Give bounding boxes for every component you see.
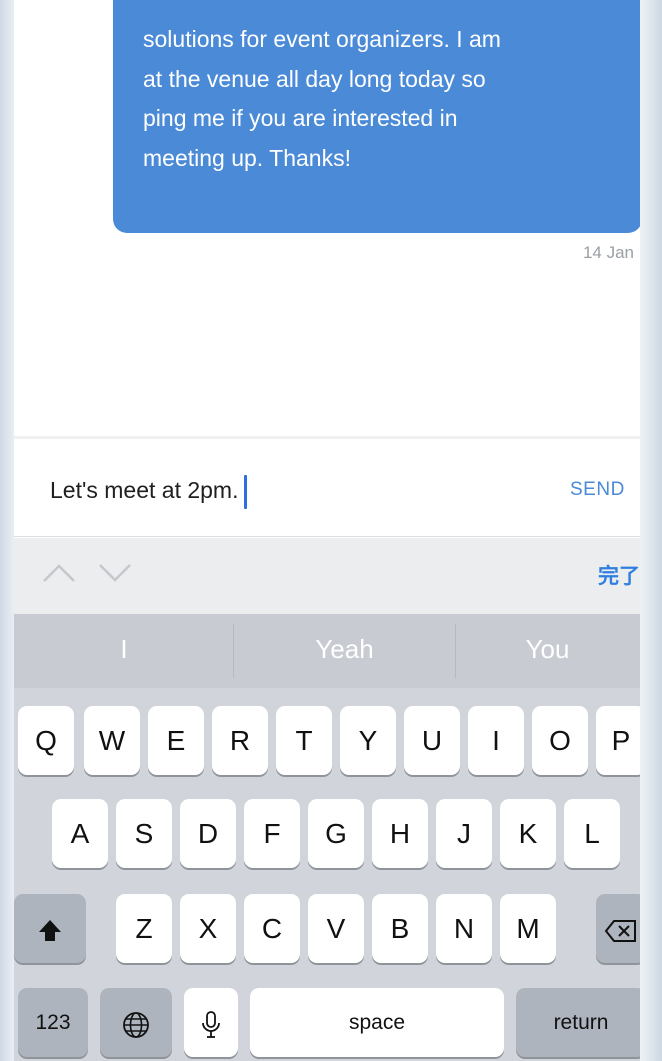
key-b[interactable]: B bbox=[372, 894, 428, 963]
numbers-key[interactable]: 123 bbox=[18, 988, 88, 1057]
shift-key[interactable] bbox=[14, 894, 86, 963]
done-button[interactable]: 完了 bbox=[598, 560, 640, 590]
key-g[interactable]: G bbox=[308, 799, 364, 868]
page-frame-right bbox=[640, 0, 662, 1061]
key-v[interactable]: V bbox=[308, 894, 364, 963]
chevron-up-icon[interactable] bbox=[42, 562, 76, 589]
microphone-icon bbox=[200, 1010, 222, 1040]
message-composer: Let's meet at 2pm. SEND bbox=[14, 436, 640, 537]
key-u[interactable]: U bbox=[404, 706, 460, 775]
message-line: solutions for event organizers. I am bbox=[143, 26, 501, 52]
key-t[interactable]: T bbox=[276, 706, 332, 775]
key-c[interactable]: C bbox=[244, 894, 300, 963]
key-z[interactable]: Z bbox=[116, 894, 172, 963]
page-frame-left bbox=[0, 0, 14, 1061]
suggestion-item[interactable]: Yeah bbox=[234, 614, 455, 688]
key-k[interactable]: K bbox=[500, 799, 556, 868]
key-a[interactable]: A bbox=[52, 799, 108, 868]
key-e[interactable]: E bbox=[148, 706, 204, 775]
chevron-down-icon[interactable] bbox=[98, 562, 132, 589]
send-button[interactable]: SEND bbox=[570, 479, 640, 501]
globe-icon bbox=[121, 1010, 151, 1040]
message-line: meeting up. Thanks! bbox=[143, 144, 351, 171]
message-timestamp: 14 Jan bbox=[582, 243, 634, 262]
key-x[interactable]: X bbox=[180, 894, 236, 963]
chat-thread[interactable]: solutions for event organizers. I am at … bbox=[14, 0, 640, 436]
suggestion-item[interactable]: I bbox=[14, 614, 234, 688]
phone-screen: solutions for event organizers. I am at … bbox=[14, 0, 640, 1061]
text-caret bbox=[244, 475, 248, 509]
key-q[interactable]: Q bbox=[18, 706, 74, 775]
dictation-key[interactable] bbox=[184, 988, 238, 1057]
key-m[interactable]: M bbox=[500, 894, 556, 963]
key-l[interactable]: L bbox=[564, 799, 620, 868]
key-y[interactable]: Y bbox=[340, 706, 396, 775]
key-r[interactable]: R bbox=[212, 706, 268, 775]
key-s[interactable]: S bbox=[116, 799, 172, 868]
message-line: at the venue all day long today so bbox=[143, 65, 486, 92]
key-d[interactable]: D bbox=[180, 799, 236, 868]
message-bubble[interactable]: solutions for event organizers. I am at … bbox=[113, 0, 640, 233]
keyboard-accessory-bar: 完了 bbox=[14, 538, 640, 615]
globe-key[interactable] bbox=[100, 988, 172, 1057]
space-key[interactable]: space bbox=[250, 988, 504, 1057]
key-n[interactable]: N bbox=[436, 894, 492, 963]
key-o[interactable]: O bbox=[532, 706, 588, 775]
message-line: ping me if you are interested in bbox=[143, 105, 458, 131]
delete-icon bbox=[604, 919, 638, 943]
predictive-bar: I Yeah You bbox=[14, 614, 640, 688]
key-h[interactable]: H bbox=[372, 799, 428, 868]
message-input-text: Let's meet at 2pm. bbox=[50, 477, 239, 504]
delete-key[interactable] bbox=[596, 894, 640, 963]
key-w[interactable]: W bbox=[84, 706, 140, 775]
message-input[interactable]: Let's meet at 2pm. bbox=[50, 475, 248, 509]
key-j[interactable]: J bbox=[436, 799, 492, 868]
key-p[interactable]: P bbox=[596, 706, 640, 775]
keyboard: I Yeah You Q W E R T Y U I O P A S D F G… bbox=[14, 614, 640, 1061]
return-key[interactable]: return bbox=[516, 988, 640, 1057]
shift-icon bbox=[37, 918, 63, 944]
key-f[interactable]: F bbox=[244, 799, 300, 868]
key-i[interactable]: I bbox=[468, 706, 524, 775]
suggestion-item[interactable]: You bbox=[455, 614, 640, 688]
